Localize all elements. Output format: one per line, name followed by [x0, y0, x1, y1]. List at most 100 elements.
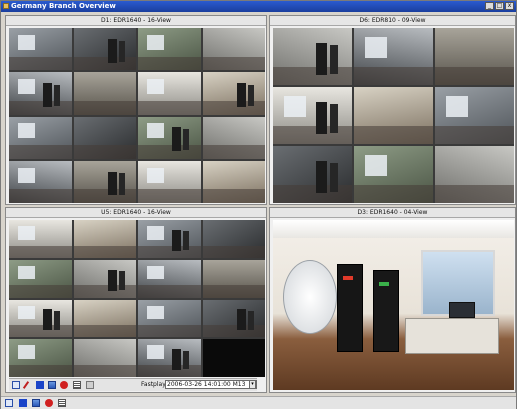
- export-icon[interactable]: [12, 381, 20, 389]
- tile-floor: [9, 100, 72, 115]
- camera-tile[interactable]: [73, 116, 136, 159]
- ceiling: [273, 220, 514, 238]
- camera-tile[interactable]: [138, 220, 201, 258]
- tile-floor: [354, 66, 433, 85]
- camera-tile[interactable]: [202, 220, 265, 258]
- tile-floor: [9, 245, 72, 258]
- export-icon[interactable]: [5, 399, 13, 407]
- camera-tile[interactable]: [73, 299, 136, 338]
- maximize-button[interactable]: □: [495, 2, 504, 10]
- tile-floor: [435, 184, 514, 203]
- camera-tile[interactable]: [435, 87, 514, 144]
- app-icon: [3, 3, 9, 9]
- camera-tile[interactable]: [9, 116, 72, 159]
- camera-grid-d1: [9, 28, 265, 203]
- pen-icon[interactable]: [22, 381, 30, 389]
- list-icon[interactable]: [73, 381, 81, 389]
- camera-tile[interactable]: [9, 72, 72, 115]
- stop-icon[interactable]: [36, 381, 44, 389]
- camera-tile[interactable]: [73, 160, 136, 203]
- camera-panel-u5[interactable]: U5: EDR1640 - 16-View Fastplay 2006-03-2…: [5, 207, 267, 393]
- tile-rack: [172, 229, 182, 251]
- tile-floor: [9, 285, 72, 298]
- tile-floor: [273, 66, 352, 85]
- tile-window: [365, 155, 388, 176]
- playback-datetime-field[interactable]: 2006-03-26 14:01:00 M13: [165, 380, 257, 389]
- camera-tile[interactable]: [435, 28, 514, 85]
- tile-floor: [138, 285, 201, 298]
- camera-tile[interactable]: [73, 259, 136, 298]
- tile-window: [17, 305, 36, 320]
- camera-tile[interactable]: [9, 259, 72, 298]
- camera-panel-d6[interactable]: D6: EDR810 - 09-View: [269, 15, 516, 205]
- camera-tile[interactable]: [273, 146, 352, 203]
- stop-icon[interactable]: [19, 399, 27, 407]
- camera-tile[interactable]: [435, 146, 514, 203]
- camera-tile[interactable]: [273, 87, 352, 144]
- save-icon[interactable]: [32, 399, 40, 407]
- tile-rack: [118, 173, 125, 195]
- tile-rack: [54, 310, 61, 330]
- tile-floor: [138, 189, 201, 203]
- camera-grid-d6: [273, 28, 514, 203]
- tile-rack: [329, 163, 338, 192]
- tile-rack: [316, 160, 328, 193]
- camera-tile[interactable]: [138, 72, 201, 115]
- minimize-button[interactable]: _: [485, 2, 494, 10]
- camera-tile[interactable]: [9, 299, 72, 338]
- status-bar: [1, 396, 516, 409]
- camera-panel-d1[interactable]: D1: EDR1640 - 16-View: [5, 15, 267, 205]
- tile-window: [17, 34, 36, 50]
- record-icon[interactable]: [60, 381, 68, 389]
- tile-floor: [138, 56, 201, 71]
- zoom-icon[interactable]: [86, 381, 94, 389]
- camera-tile[interactable]: [354, 87, 433, 144]
- camera-tile[interactable]: [202, 28, 265, 71]
- camera-tile[interactable]: [354, 28, 433, 85]
- camera-tile[interactable]: [202, 299, 265, 338]
- tile-floor: [73, 100, 136, 115]
- camera-tile[interactable]: [273, 28, 352, 85]
- tile-rack: [107, 269, 117, 291]
- close-button[interactable]: x: [505, 2, 514, 10]
- record-icon[interactable]: [45, 399, 53, 407]
- tile-rack: [329, 45, 338, 74]
- camera-tile[interactable]: [9, 220, 72, 258]
- camera-tile[interactable]: [73, 28, 136, 71]
- camera-tile[interactable]: [202, 116, 265, 159]
- camera-tile[interactable]: [73, 339, 136, 377]
- camera-tile[interactable]: [138, 299, 201, 338]
- tile-floor: [202, 100, 265, 115]
- camera-tile[interactable]: [138, 259, 201, 298]
- list-icon[interactable]: [58, 399, 66, 407]
- tile-floor: [435, 125, 514, 144]
- tile-window: [17, 265, 36, 280]
- camera-tile[interactable]: [9, 339, 72, 377]
- camera-tile[interactable]: [9, 28, 72, 71]
- camera-tile[interactable]: [202, 339, 265, 377]
- camera-tile[interactable]: [138, 339, 201, 377]
- title-bar[interactable]: Germany Branch Overview _ □ x: [1, 1, 516, 12]
- tile-floor: [202, 145, 265, 159]
- camera-tile[interactable]: [202, 72, 265, 115]
- camera-view-d3[interactable]: [273, 220, 514, 390]
- tile-floor: [273, 184, 352, 203]
- camera-tile[interactable]: [138, 160, 201, 203]
- camera-tile[interactable]: [202, 259, 265, 298]
- camera-tile[interactable]: [138, 28, 201, 71]
- save-icon[interactable]: [48, 381, 56, 389]
- camera-panel-d3[interactable]: D3: EDR1640 - 04-View: [269, 207, 516, 393]
- tile-floor: [9, 325, 72, 338]
- tile-floor: [9, 189, 72, 203]
- camera-tile[interactable]: [9, 160, 72, 203]
- chevron-down-icon[interactable]: ▾: [249, 380, 256, 389]
- camera-tile[interactable]: [138, 116, 201, 159]
- tile-floor: [9, 145, 72, 159]
- playback-toolbar: Fastplay 2006-03-26 14:01:00 M13 ▾: [9, 378, 257, 391]
- camera-tile[interactable]: [73, 72, 136, 115]
- camera-tile[interactable]: [354, 146, 433, 203]
- camera-tile[interactable]: [202, 160, 265, 203]
- panel-title-d1: D1: EDR1640 - 16-View: [6, 16, 266, 26]
- tile-floor: [202, 56, 265, 71]
- camera-tile[interactable]: [73, 220, 136, 258]
